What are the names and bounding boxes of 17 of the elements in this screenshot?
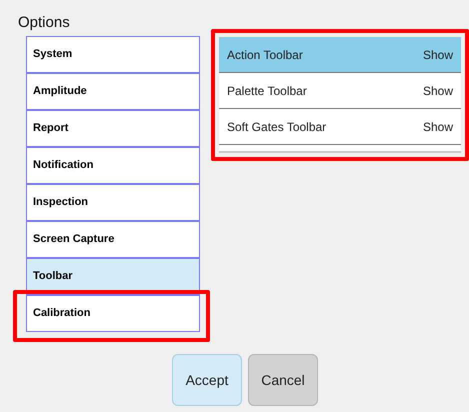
category-item[interactable]: Calibration <box>26 295 200 332</box>
toolbar-visibility: Show <box>422 46 453 64</box>
category-item[interactable]: Report <box>26 110 200 147</box>
dialog-title: Options <box>18 13 70 33</box>
category-item[interactable]: Notification <box>26 147 200 184</box>
category-item[interactable]: System <box>26 36 200 73</box>
toolbar-row[interactable]: Action Toolbar Show <box>219 37 461 73</box>
category-item[interactable]: Amplitude <box>26 73 200 110</box>
dialog-button[interactable]: Cancel <box>248 354 318 406</box>
toolbar-visibility: Show <box>422 82 453 100</box>
toolbar-name: Palette Toolbar <box>227 82 307 100</box>
toolbar-name: Soft Gates Toolbar <box>227 118 326 136</box>
toolbar-name: Action Toolbar <box>227 46 303 64</box>
toolbar-visibility: Show <box>422 118 453 136</box>
category-item[interactable]: Screen Capture <box>26 221 200 258</box>
category-item[interactable]: Inspection <box>26 184 200 221</box>
dialog-button[interactable]: Accept <box>172 354 242 406</box>
